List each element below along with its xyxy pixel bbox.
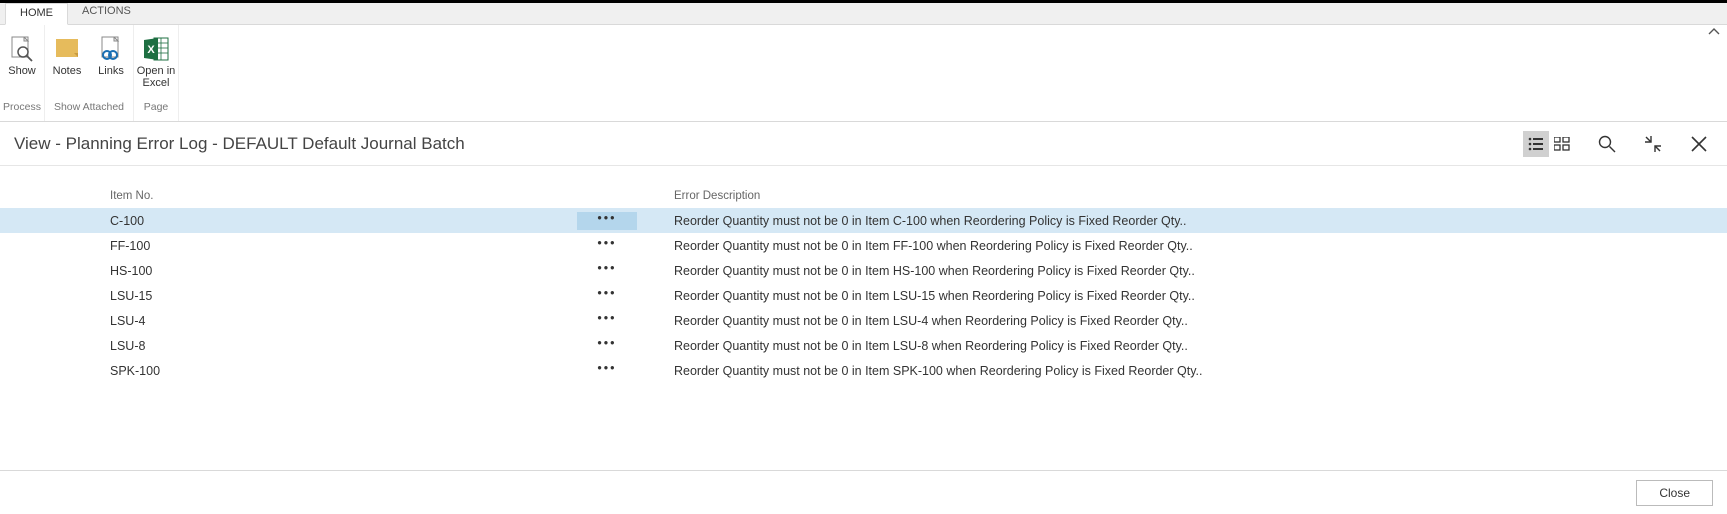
open-in-excel-button[interactable]: X Open in Excel	[134, 31, 178, 101]
links-label: Links	[98, 65, 124, 77]
row-actions-icon[interactable]: •••	[577, 237, 637, 255]
grid-header: Item No. Error Description	[0, 184, 1727, 208]
tab-actions[interactable]: ACTIONS	[68, 2, 145, 24]
cell-item: SPK-100	[110, 364, 540, 378]
footer: Close	[0, 470, 1727, 514]
tab-home[interactable]: HOME	[5, 3, 68, 25]
tile-view-button[interactable]	[1549, 131, 1575, 157]
row-actions-icon[interactable]: •••	[577, 312, 637, 330]
page-magnifier-icon	[8, 35, 36, 63]
cell-item: FF-100	[110, 239, 540, 253]
group-label-process: Process	[0, 101, 44, 121]
cell-desc: Reorder Quantity must not be 0 in Item H…	[674, 264, 1727, 278]
page-title: View - Planning Error Log - DEFAULT Defa…	[14, 134, 1523, 154]
links-button[interactable]: Links	[89, 31, 133, 101]
list-view-button[interactable]	[1523, 131, 1549, 157]
table-row[interactable]: LSU-8 ••• Reorder Quantity must not be 0 i…	[0, 333, 1727, 358]
error-grid: Item No. Error Description C-100 ••• Reord…	[0, 166, 1727, 383]
cell-item: C-100	[110, 214, 540, 228]
ribbon: Show Process Notes	[0, 25, 1727, 121]
view-toggle	[1523, 131, 1575, 157]
row-actions-icon[interactable]: •••	[577, 262, 637, 280]
notes-button[interactable]: Notes	[45, 31, 89, 101]
grid-body: C-100 ••• Reorder Quantity must not be 0 i…	[0, 208, 1727, 383]
close-button[interactable]: Close	[1636, 480, 1713, 506]
page-link-icon	[97, 35, 125, 63]
row-actions-icon[interactable]: •••	[577, 337, 637, 355]
ribbon-tab-strip: HOME ACTIONS	[0, 3, 1727, 25]
table-row[interactable]: C-100 ••• Reorder Quantity must not be 0 i…	[0, 208, 1727, 233]
ribbon-group-process: Show Process	[0, 25, 45, 121]
page-tools	[1523, 130, 1713, 158]
excel-label: Open in Excel	[137, 65, 176, 89]
close-icon[interactable]	[1685, 130, 1713, 158]
cell-item: LSU-15	[110, 289, 540, 303]
cell-desc: Reorder Quantity must not be 0 in Item L…	[674, 314, 1727, 328]
group-label-attached: Show Attached	[45, 101, 133, 121]
table-row[interactable]: LSU-4 ••• Reorder Quantity must not be 0 i…	[0, 308, 1727, 333]
table-row[interactable]: SPK-100 ••• Reorder Quantity must not be 0…	[0, 358, 1727, 383]
cell-item: HS-100	[110, 264, 540, 278]
excel-icon: X	[142, 35, 170, 63]
group-label-page: Page	[134, 101, 178, 121]
collapse-button[interactable]	[1639, 130, 1667, 158]
ribbon-group-attached: Notes Links Show Attached	[45, 25, 134, 121]
table-row[interactable]: HS-100 ••• Reorder Quantity must not be 0 …	[0, 258, 1727, 283]
row-actions-icon[interactable]: •••	[577, 212, 637, 230]
col-header-item[interactable]: Item No.	[110, 190, 540, 202]
note-icon	[53, 35, 81, 63]
search-button[interactable]	[1593, 130, 1621, 158]
cell-desc: Reorder Quantity must not be 0 in Item L…	[674, 289, 1727, 303]
row-actions-icon[interactable]: •••	[577, 287, 637, 305]
show-label: Show	[8, 65, 36, 77]
ribbon-group-page: X Open in Excel Page	[134, 25, 179, 121]
show-button[interactable]: Show	[0, 31, 44, 101]
cell-desc: Reorder Quantity must not be 0 in Item S…	[674, 364, 1727, 378]
table-row[interactable]: LSU-15 ••• Reorder Quantity must not be 0 …	[0, 283, 1727, 308]
page-title-row: View - Planning Error Log - DEFAULT Defa…	[0, 122, 1727, 166]
ribbon-collapse-icon[interactable]	[1707, 25, 1721, 39]
cell-desc: Reorder Quantity must not be 0 in Item C…	[674, 214, 1727, 228]
notes-label: Notes	[53, 65, 82, 77]
cell-item: LSU-4	[110, 314, 540, 328]
cell-desc: Reorder Quantity must not be 0 in Item F…	[674, 239, 1727, 253]
cell-item: LSU-8	[110, 339, 540, 353]
col-header-desc[interactable]: Error Description	[674, 190, 1727, 202]
table-row[interactable]: FF-100 ••• Reorder Quantity must not be 0 …	[0, 233, 1727, 258]
cell-desc: Reorder Quantity must not be 0 in Item L…	[674, 339, 1727, 353]
row-actions-icon[interactable]: •••	[577, 362, 637, 380]
svg-text:X: X	[147, 44, 155, 56]
